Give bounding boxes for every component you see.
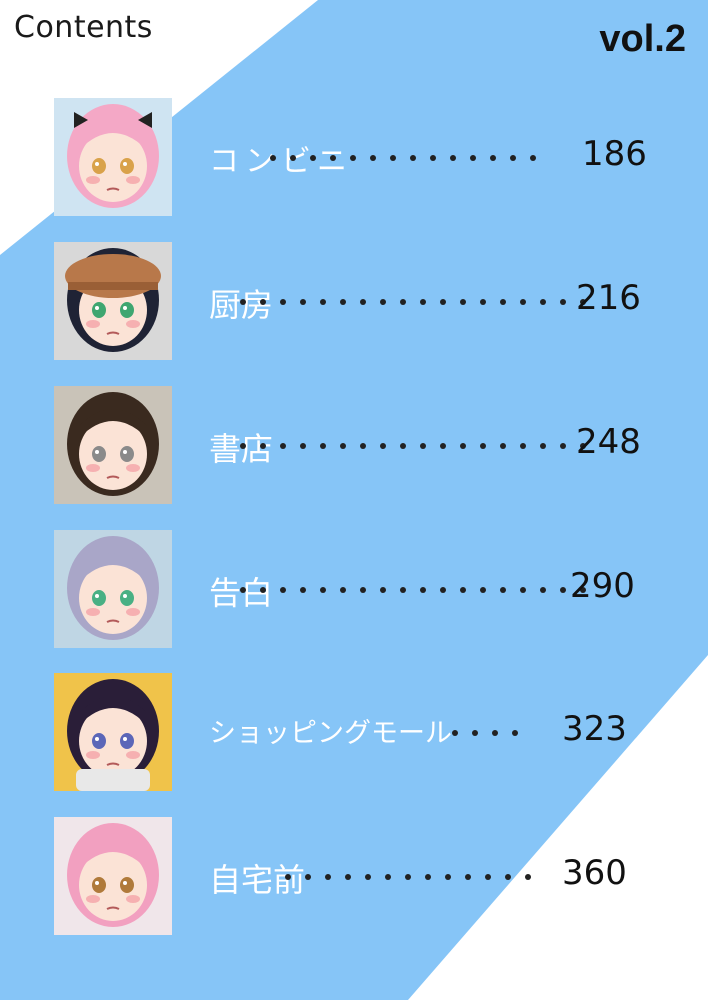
toc-entry[interactable]: 厨房 216: [54, 242, 654, 360]
character-thumbnail: [54, 817, 172, 935]
leader-dots: [240, 430, 600, 454]
chapter-title: ショッピングモール: [209, 718, 452, 749]
leader-dots: [240, 286, 600, 310]
toc-entry[interactable]: 告白 290: [54, 530, 654, 648]
toc-entry[interactable]: ショッピングモール 323: [54, 673, 654, 791]
page-number: 186: [582, 134, 647, 174]
leader-dots: [270, 142, 550, 166]
character-thumbnail: [54, 386, 172, 504]
leader-dots: [285, 861, 545, 885]
toc-entry[interactable]: 自宅前 360: [54, 817, 654, 935]
page-number: 323: [562, 709, 627, 749]
page-number: 290: [570, 566, 635, 606]
page-number: 360: [562, 853, 627, 893]
toc-entry[interactable]: 書店 248: [54, 386, 654, 504]
leader-dots: [452, 717, 532, 741]
contents-heading: Contents: [14, 10, 153, 45]
toc-entry[interactable]: コンビニ 186: [54, 98, 654, 216]
character-thumbnail: [54, 242, 172, 360]
page-number: 248: [576, 422, 641, 462]
volume-label: vol.2: [599, 18, 686, 60]
character-thumbnail: [54, 673, 172, 791]
page-number: 216: [576, 278, 641, 318]
character-thumbnail: [54, 530, 172, 648]
character-thumbnail: [54, 98, 172, 216]
leader-dots: [240, 574, 600, 598]
